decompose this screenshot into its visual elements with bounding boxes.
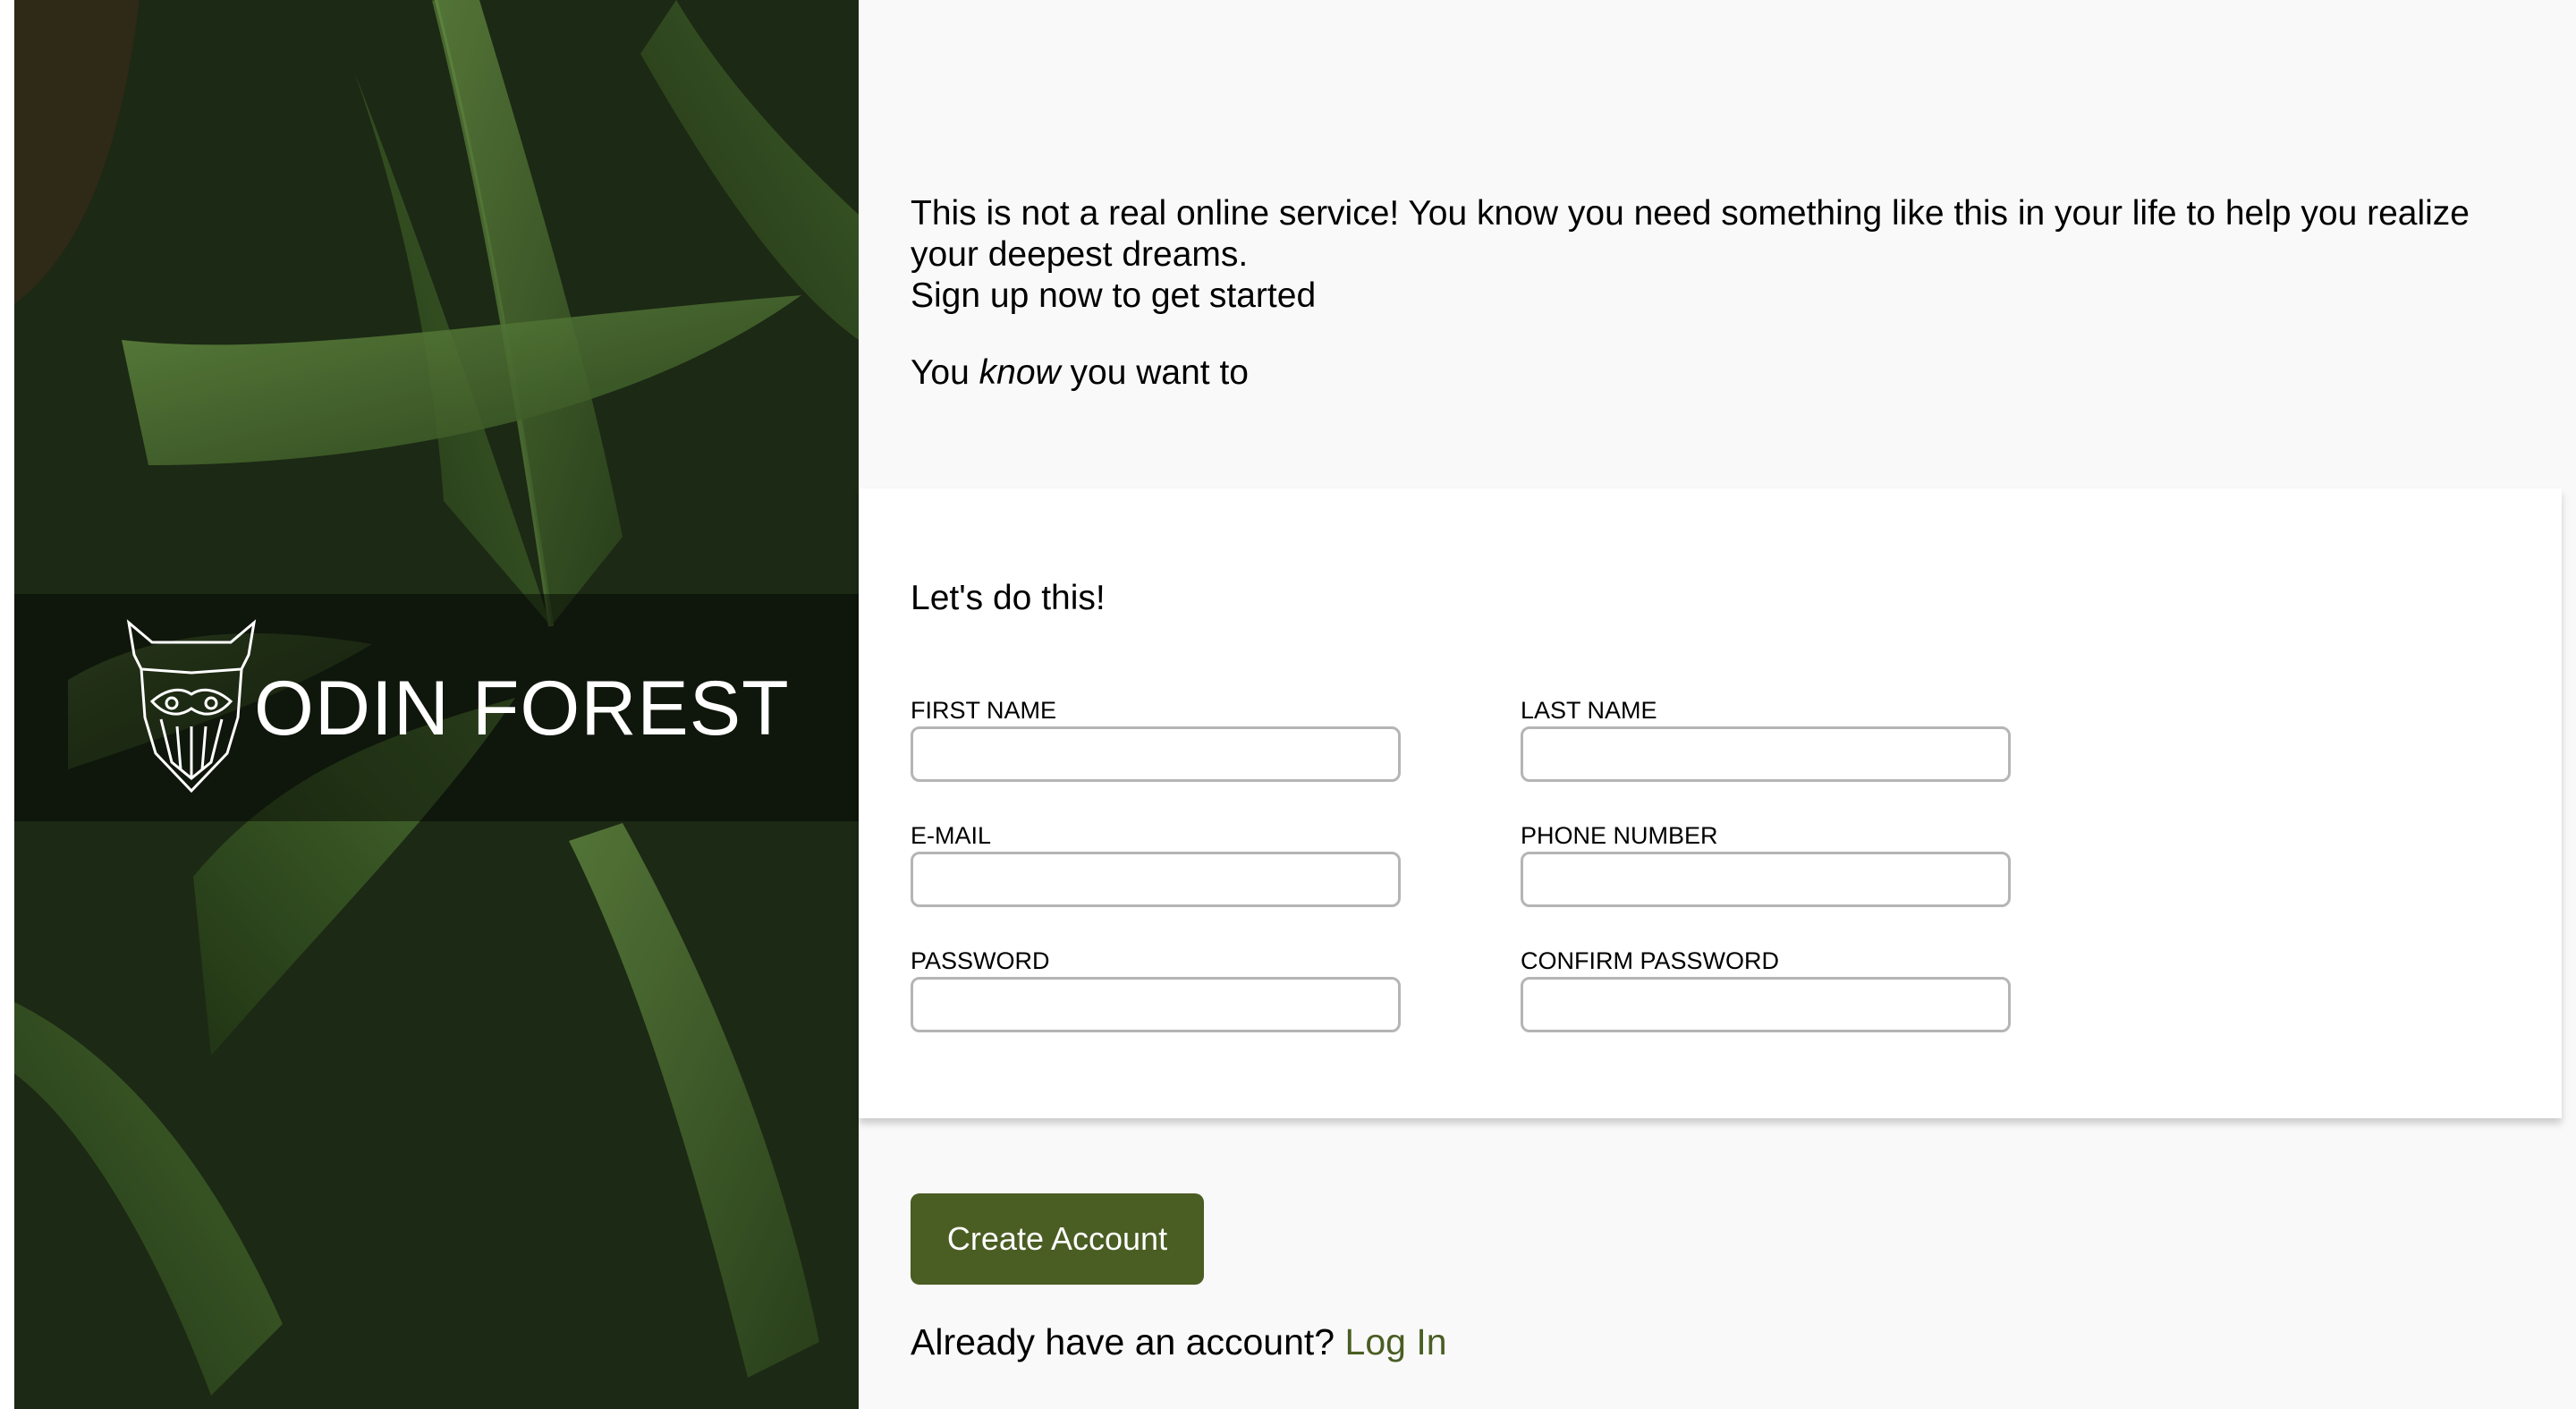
phone-field: PHONE NUMBER	[1521, 821, 2011, 907]
first-name-label: FIRST NAME	[911, 697, 1057, 724]
email-label: E-MAIL	[911, 822, 992, 849]
password-label: PASSWORD	[911, 947, 1050, 974]
brand-name: ODIN FOREST	[254, 666, 790, 751]
left-edge-strip	[0, 0, 14, 1409]
first-name-input[interactable]	[911, 726, 1401, 782]
phone-label: PHONE NUMBER	[1521, 822, 1718, 849]
confirm-password-input[interactable]	[1521, 977, 2011, 1032]
phone-input[interactable]	[1521, 852, 2011, 907]
last-name-field: LAST NAME	[1521, 696, 2011, 782]
email-input[interactable]	[911, 852, 1401, 907]
tagline-emphasis: know	[979, 353, 1061, 392]
password-input[interactable]	[911, 977, 1401, 1032]
email-field: E-MAIL	[911, 821, 1401, 907]
last-name-label: LAST NAME	[1521, 697, 1657, 724]
confirm-password-label: CONFIRM PASSWORD	[1521, 947, 1779, 974]
first-name-field: FIRST NAME	[911, 696, 1401, 782]
tagline-start: You	[911, 353, 979, 392]
signup-page: ODIN FOREST This is not a real online se…	[0, 0, 2576, 1409]
login-prompt-line: Already have an account? Log In	[911, 1320, 1447, 1363]
signup-prompt: Sign up now to get started	[911, 276, 1317, 315]
last-name-input[interactable]	[1521, 726, 2011, 782]
hero-image-panel: ODIN FOREST	[14, 0, 859, 1409]
create-account-button[interactable]: Create Account	[911, 1193, 1204, 1285]
password-field: PASSWORD	[911, 946, 1401, 1032]
tagline-end: you want to	[1060, 353, 1249, 392]
tagline: You know you want to	[911, 352, 2503, 394]
intro-text: This is not a real online service! You k…	[911, 194, 2470, 274]
confirm-password-field: CONFIRM PASSWORD	[1521, 946, 2011, 1032]
form-heading: Let's do this!	[911, 579, 1106, 617]
intro-section: This is not a real online service! You k…	[911, 193, 2503, 394]
login-prompt-text: Already have an account?	[911, 1321, 1335, 1362]
login-link[interactable]: Log In	[1345, 1321, 1447, 1362]
brand-banner: ODIN FOREST	[14, 594, 859, 821]
viking-helmet-icon	[126, 619, 257, 794]
